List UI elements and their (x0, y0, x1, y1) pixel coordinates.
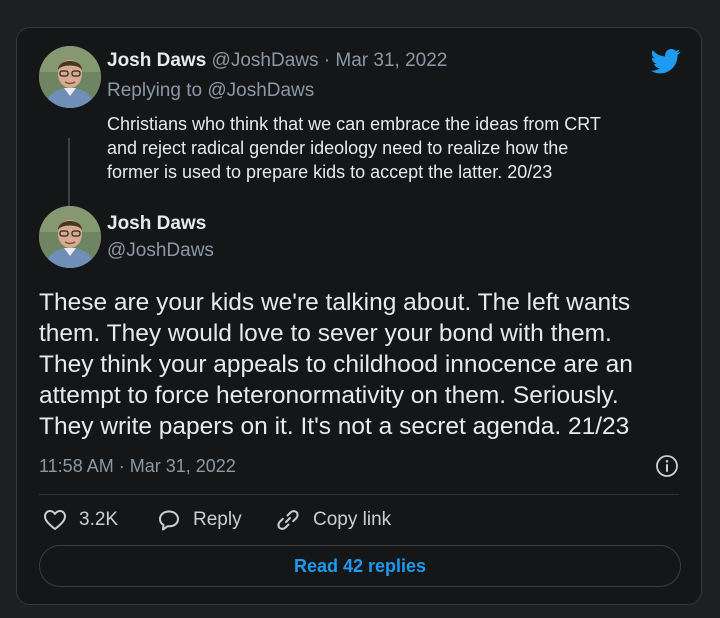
text-line: them. They would love to sever your bond… (39, 320, 612, 347)
text-line: and reject radical gender ideology need … (107, 138, 569, 158)
tweet-date[interactable]: Mar 31, 2022 (335, 50, 447, 71)
read-replies-label: Read 42 replies (293, 555, 427, 576)
author-handle[interactable]: @JoshDaws (212, 50, 319, 71)
reply-bubble-icon (159, 510, 179, 531)
text-line: They think your appeals to childhood inn… (39, 351, 633, 378)
copy-link-button[interactable]: Copy link (275, 505, 391, 535)
main-tweet-text: These are your kids we're talking about.… (39, 287, 687, 442)
reply-label: Reply (193, 509, 242, 530)
reply-tweet-header: Josh Daws @JoshDaws · Mar 31, 2022 (107, 48, 447, 74)
reply-button[interactable]: Reply (157, 505, 242, 535)
twitter-bird-icon[interactable] (649, 46, 683, 76)
read-replies-button[interactable]: Read 42 replies (39, 545, 681, 587)
reply-tweet-text: Christians who think that we can embrace… (107, 112, 677, 184)
replying-to-handle[interactable]: @JoshDaws (207, 80, 314, 101)
text-line: former is used to prepare kids to accept… (107, 162, 553, 182)
copy-link-label: Copy link (313, 509, 392, 530)
like-button[interactable]: 3.2K (43, 505, 118, 535)
like-count: 3.2K (79, 509, 119, 530)
text-line: Christians who think that we can embrace… (107, 114, 601, 134)
divider (39, 494, 679, 495)
avatar[interactable] (39, 46, 101, 108)
avatar[interactable] (39, 206, 101, 268)
replying-to-label: Replying to (107, 80, 203, 101)
heart-icon (44, 510, 66, 530)
text-line: attempt to force heteronormativity on th… (39, 382, 619, 409)
embedded-tweet-card: Josh Daws @JoshDaws · Mar 31, 2022 Reply… (16, 27, 702, 605)
tweet-timestamp[interactable]: 11:58 AM · Mar 31, 2022 (39, 454, 236, 478)
info-icon[interactable] (655, 454, 679, 478)
author-handle[interactable]: @JoshDaws (107, 238, 214, 264)
text-line: They write papers on it. It's not a secr… (39, 413, 630, 440)
author-name[interactable]: Josh Daws (107, 50, 206, 71)
header-separator: · (323, 50, 331, 71)
text-line: These are your kids we're talking about.… (39, 289, 631, 316)
link-icon (277, 510, 299, 530)
replying-to-line: Replying to @JoshDaws (107, 78, 314, 104)
author-name[interactable]: Josh Daws (107, 211, 206, 237)
